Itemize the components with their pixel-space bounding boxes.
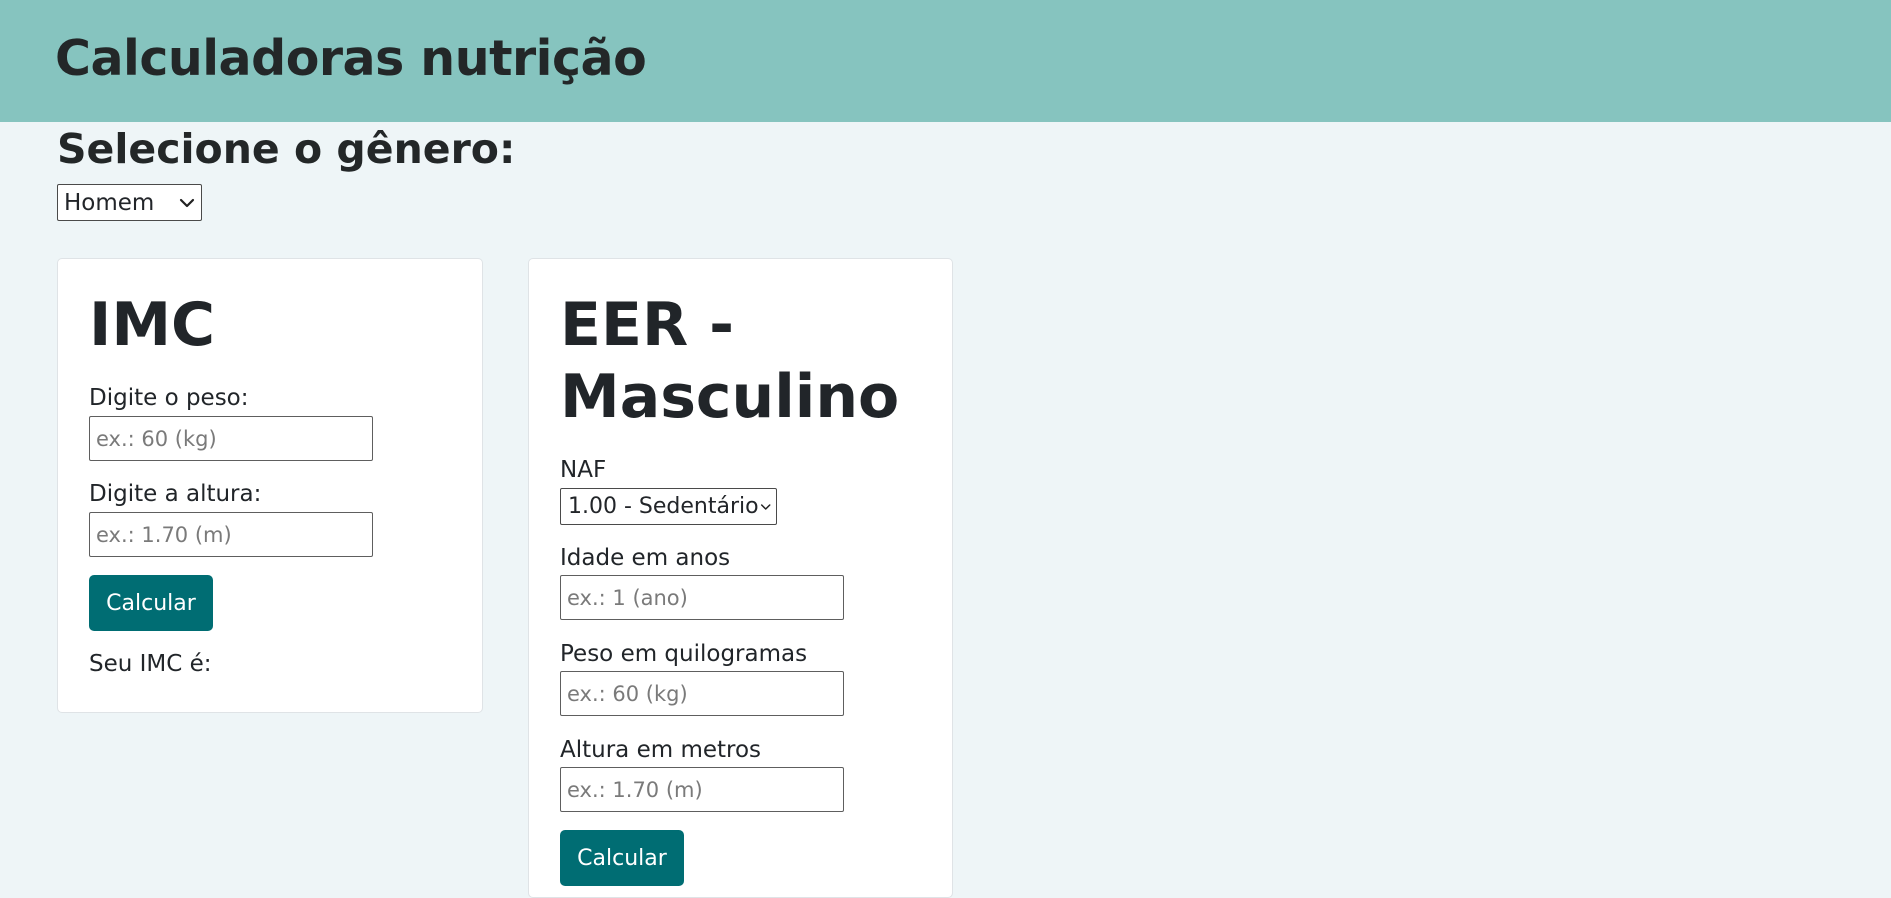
imc-weight-input[interactable] <box>89 416 373 461</box>
eer-age-input[interactable] <box>560 575 844 620</box>
imc-result-label: Seu IMC é: <box>89 651 212 677</box>
imc-height-label: Digite a altura: <box>89 481 262 507</box>
imc-card-title: IMC <box>89 290 216 360</box>
eer-weight-label: Peso em quilogramas <box>560 641 808 667</box>
naf-select-value: 1.00 - Sedentário <box>568 494 759 519</box>
imc-height-input[interactable] <box>89 512 373 557</box>
eer-card: EER - Masculino NAF 1.00 - Sedentário Id… <box>528 258 953 898</box>
gender-label: Selecione o gênero: <box>57 125 516 173</box>
chevron-down-icon <box>179 198 195 207</box>
eer-calculate-button[interactable]: Calcular <box>560 830 684 886</box>
eer-card-title-line2: Masculino <box>560 362 900 432</box>
eer-age-label: Idade em anos <box>560 545 731 571</box>
page-title: Calculadoras nutrição <box>55 30 647 87</box>
gender-select[interactable]: Homem <box>57 184 202 221</box>
app-header: Calculadoras nutrição <box>0 0 1891 122</box>
chevron-down-icon <box>760 503 771 510</box>
naf-label: NAF <box>560 457 607 483</box>
gender-select-value: Homem <box>64 189 155 216</box>
eer-height-input[interactable] <box>560 767 844 812</box>
naf-select[interactable]: 1.00 - Sedentário <box>560 488 777 525</box>
imc-weight-label: Digite o peso: <box>89 385 249 411</box>
imc-card: IMC Digite o peso: Digite a altura: Calc… <box>57 258 483 713</box>
imc-calculate-button[interactable]: Calcular <box>89 575 213 631</box>
eer-card-title: EER - Masculino <box>560 289 899 433</box>
eer-height-label: Altura em metros <box>560 737 762 763</box>
eer-weight-input[interactable] <box>560 671 844 716</box>
eer-card-title-line1: EER - <box>560 290 734 360</box>
